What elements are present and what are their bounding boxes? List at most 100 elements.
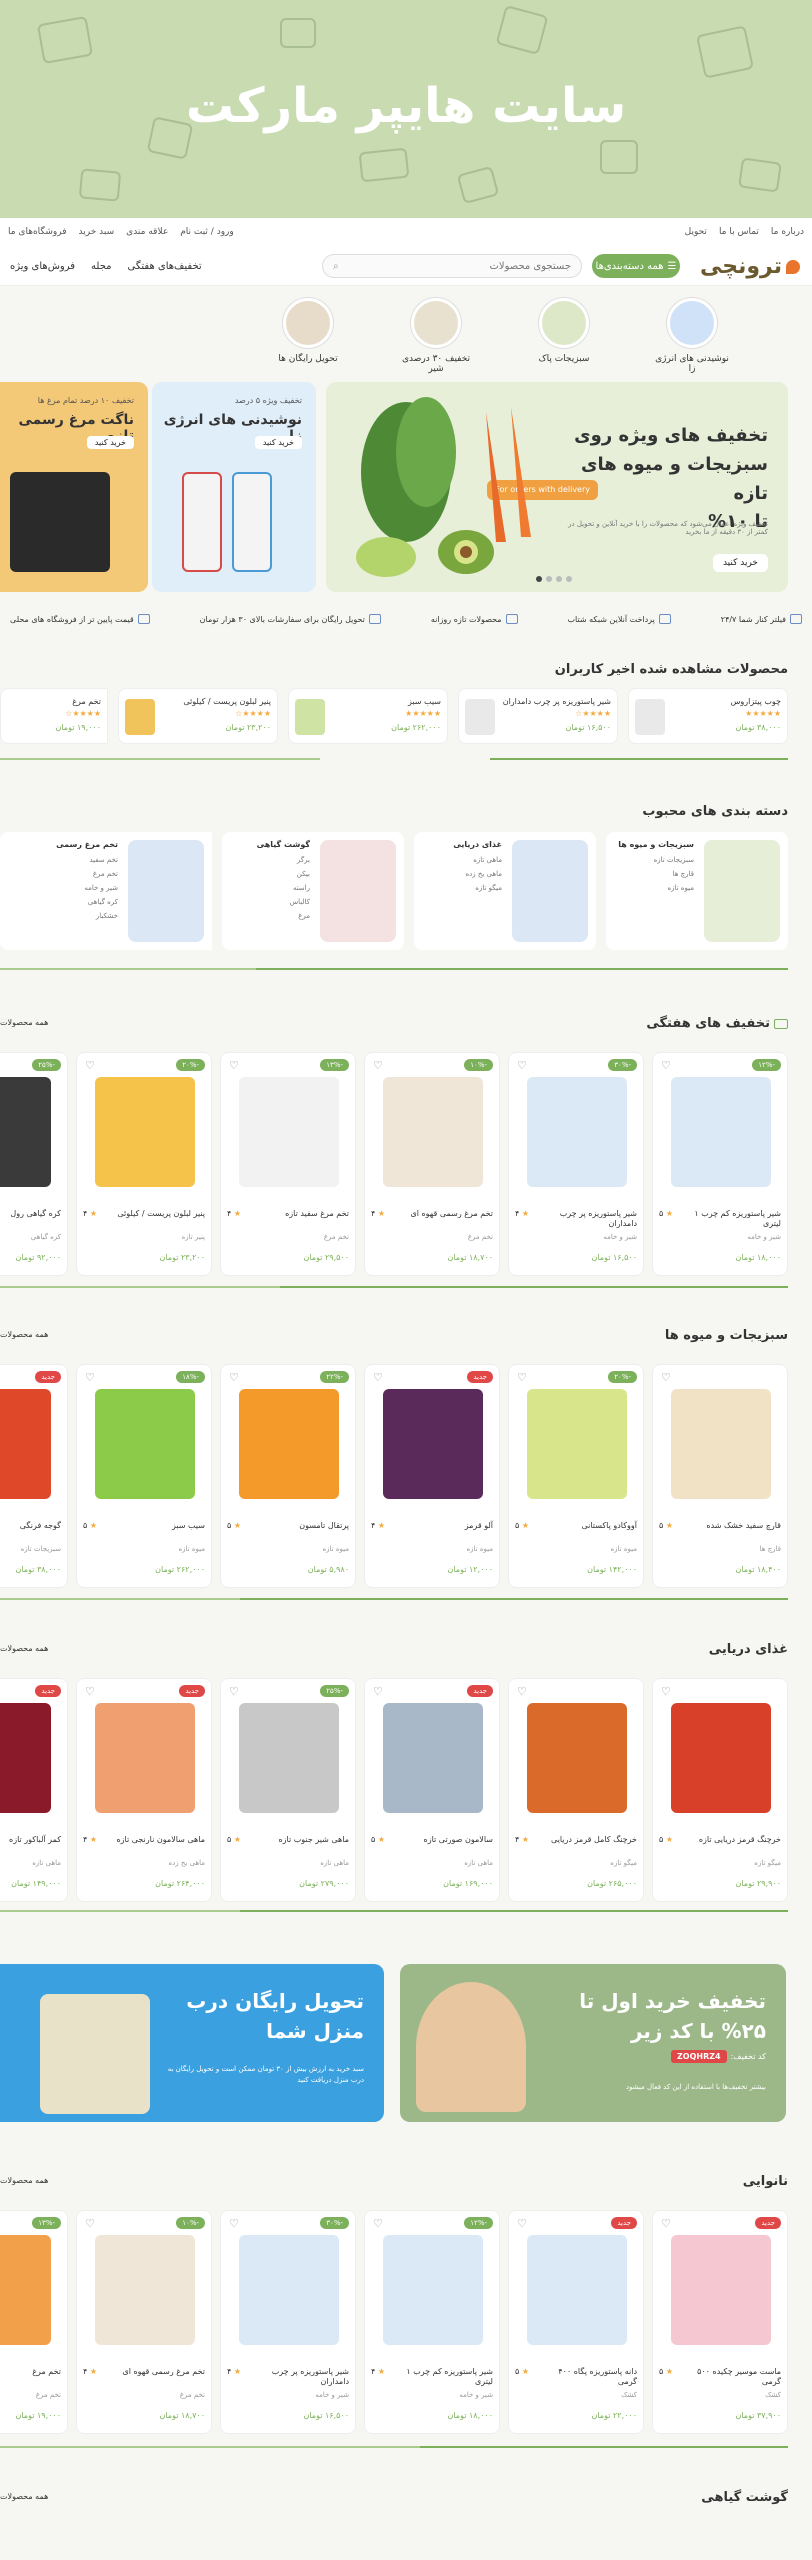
product-card[interactable]: جدید♡گوجه فرنگی★ ۵سبزیجات تازه۳۸,۰۰۰ توم… [0,1364,68,1588]
product-name[interactable]: کمر آلباکور تازه [0,1835,61,1845]
product-name[interactable]: تخم مرغ رسمی قهوه ای [110,2367,205,2377]
product-name[interactable]: تخم مرغ سفید تازه [254,1209,349,1219]
product-card[interactable]: -۲۵%♡کره گیاهی رول★ ۵کره گیاهی۹۲,۰۰۰ توم… [0,1052,68,1276]
product-card[interactable]: -۱۳% ♡ تخم مرغ سفید تازه ★ ۴ تخم مرغ ۲۹,۵۰۰ ت… [220,1052,356,1276]
product-name[interactable]: گوجه فرنگی [0,1521,61,1531]
heart-icon[interactable]: ♡ [517,1059,527,1072]
site-logo[interactable]: ترونچی [700,254,800,279]
topbar-link-about[interactable]: درباره ما [771,227,804,237]
nugget-banner[interactable]: تخفیف ۱۰ درصد تمام مرغ ها ناگت مرغ رسمی … [0,382,148,592]
product-card[interactable]: جدید ♡ دانه پاستوریزه پگاه ۴۰۰ گرمی ★ ۵ کشک ۲… [508,2210,644,2434]
product-name[interactable]: آلو قرمز [398,1521,493,1531]
recent-item[interactable]: چوب پیتزاروس ★★★★★ ۳۸,۰۰۰ تومان [628,688,788,744]
recent-item[interactable]: پنیر لبلون پریست / کیلوئی ★★★★☆ ۲۳,۲۰۰ توم… [118,688,278,744]
heart-icon[interactable]: ♡ [229,2217,239,2230]
product-card[interactable]: -۱۲% ♡ شیر پاستوریزه کم چرب ۱ لیتری ★ ۴ شیر … [364,2210,500,2434]
product-name[interactable]: قارچ سفید خشک شده [686,1521,781,1531]
product-card[interactable]: -۱۳%♡تخم مرغ★ ۴تخم مرغ۱۹,۰۰۰ تومان [0,2210,68,2434]
bakery-all-link[interactable]: همه محصولات [0,2176,48,2185]
heart-icon[interactable]: ♡ [661,1059,671,1072]
veg-meat-all-link[interactable]: همه محصولات [0,2492,48,2501]
heart-icon[interactable]: ♡ [85,1685,95,1698]
product-name[interactable]: آووکادو پاکستانی [542,1521,637,1531]
product-card[interactable]: جدید♡کمر آلباکور تازه★ ۵ماهی تازه۱۴۹,۰۰۰… [0,1678,68,1902]
heart-icon[interactable]: ♡ [517,1685,527,1698]
heart-icon[interactable]: ♡ [373,1371,383,1384]
free-delivery-promo[interactable]: تحویل رایگان درب منزل شما سبد خرید به ار… [0,1964,384,2122]
heart-icon[interactable]: ♡ [85,2217,95,2230]
product-card[interactable]: -۲۵% ♡ ماهی شیر جنوب تازه ★ ۵ ماهی تازه ۲۷۹,۰… [220,1678,356,1902]
popular-card-veg[interactable]: سبزیجات و میوه ها سبزیجات تازه قارچ ها میوه… [606,832,788,950]
product-name[interactable]: شیر پاستوریزه کم چرب ۱ لیتری [686,1209,781,1230]
heart-icon[interactable]: ♡ [229,1685,239,1698]
slider-dots[interactable] [536,576,572,582]
banner-mid-button[interactable]: خرید کنید [254,436,302,449]
heart-icon[interactable]: ♡ [229,1371,239,1384]
banner-shop-button[interactable]: خرید کنید [712,554,768,572]
recent-item[interactable]: سیب سبز ★★★★★ ۲۶۲,۰۰۰ تومان [288,688,448,744]
product-name[interactable]: ماهی سالامون نارنجی تازه [110,1835,205,1845]
product-name[interactable]: پنیر لبلون پریست / کیلوئی [110,1209,205,1219]
banner-small-button[interactable]: خرید کنید [86,436,134,449]
product-name[interactable]: سیب سبز [110,1521,205,1531]
product-card[interactable]: جدید ♡ ماهی سالامون نارنجی تازه ★ ۴ ماهی یخ … [76,1678,212,1902]
energy-drink-banner[interactable]: تخفیف ویژه ۵ درصد نوشیدنی های انرژی زا خ… [152,382,316,592]
topbar-link-delivery[interactable]: تحویل [685,227,707,237]
product-name[interactable]: خرچنگ قرمز دریایی تازه [686,1835,781,1845]
heart-icon[interactable]: ♡ [661,2217,671,2230]
product-name[interactable]: شیر پاستوریزه پر چرب دامداران [254,2367,349,2388]
seafood-all-link[interactable]: همه محصولات [0,1644,48,1653]
product-card[interactable]: جدید ♡ آلو قرمز ★ ۴ میوه تازه ۱۲,۰۰۰ تومان [364,1364,500,1588]
heart-icon[interactable]: ♡ [373,1059,383,1072]
heart-icon[interactable]: ♡ [373,2217,383,2230]
product-card[interactable]: -۱۰% ♡ تخم مرغ رسمی قهوه ای ★ ۴ تخم مرغ ۱۸,۷۰… [76,2210,212,2434]
heart-icon[interactable]: ♡ [85,1371,95,1384]
product-card[interactable]: ♡ خرچنگ کامل قرمز دریایی ★ ۴ میگو تازه ۲۶۵,۰… [508,1678,644,1902]
category-clean-veg[interactable]: سبزیجات پاک [524,298,604,374]
heart-icon[interactable]: ♡ [85,1059,95,1072]
all-categories-button[interactable]: ☰ همه دسته‌بندی‌ها [592,254,680,278]
product-card[interactable]: -۱۸% ♡ سیب سبز ★ ۵ میوه تازه ۲۶۲,۰۰۰ تومان [76,1364,212,1588]
heart-icon[interactable]: ♡ [661,1685,671,1698]
product-card[interactable]: -۱۲% ♡ شیر پاستوریزه کم چرب ۱ لیتری ★ ۵ شیر … [652,1052,788,1276]
product-card[interactable]: ♡ خرچنگ قرمز دریایی تازه ★ ۵ میگو تازه ۲۹,۹۰… [652,1678,788,1902]
product-card[interactable]: -۲۲% ♡ پرتقال تامسون ★ ۵ میوه تازه ۵,۹۸۰ توما… [220,1364,356,1588]
stores-link[interactable]: فروشگاه‌های ما [8,227,67,237]
product-card[interactable]: -۱۰% ♡ تخم مرغ رسمی قهوه ای ★ ۴ تخم مرغ ۱۸,۷۰… [364,1052,500,1276]
heart-icon[interactable]: ♡ [229,1059,239,1072]
product-name[interactable]: تخم مرغ [0,2367,61,2377]
product-name[interactable]: خرچنگ کامل قرمز دریایی [542,1835,637,1845]
category-milk-discount[interactable]: تخفیف ۳۰ درصدی شیر [396,298,476,374]
topbar-link-contact[interactable]: تماس با ما [719,227,759,237]
nav-weekly-discounts[interactable]: تخفیف‌های هفتگی [128,261,202,272]
cart-link[interactable]: سبد خرید [79,227,115,237]
product-name[interactable]: ماست موسیر چکیده ۵۰۰ گرمی [686,2367,781,2388]
product-name[interactable]: پرتقال تامسون [254,1521,349,1531]
product-card[interactable]: -۳۰% ♡ شیر پاستوریزه پر چرب دامداران ★ ۴ شیر… [220,2210,356,2434]
category-free-delivery[interactable]: تحویل رایگان ها [268,298,348,374]
popular-card-seafood[interactable]: غذای دریایی ماهی تازه ماهی یخ زده میگو تازه [414,832,596,950]
login-link[interactable]: ورود / ثبت نام [180,227,234,237]
product-name[interactable]: شیر پاستوریزه کم چرب ۱ لیتری [398,2367,493,2388]
heart-icon[interactable]: ♡ [661,1371,671,1384]
product-card[interactable]: -۳۰% ♡ شیر پاستوریزه پر چرب دامداران ★ ۴ شیر… [508,1052,644,1276]
nav-special-sales[interactable]: فروش‌های ویژه [10,261,75,272]
main-promo-banner[interactable]: تخفیف های ویژه روی سبزیجات و میوه های تا… [326,382,788,592]
weekly-all-link[interactable]: همه محصولات [0,1018,48,1027]
heart-icon[interactable]: ♡ [517,1371,527,1384]
nav-magazine[interactable]: مجله [91,261,111,272]
search-input[interactable] [338,260,571,272]
product-name[interactable]: کره گیاهی رول [0,1209,61,1219]
first-order-promo[interactable]: تخفیف خرید اول تا ۲۵% با کد زیر کد تخفیف… [400,1964,786,2122]
heart-icon[interactable]: ♡ [373,1685,383,1698]
category-energy-drinks[interactable]: نوشیدنی های انرژی زا [652,298,732,374]
recent-item[interactable]: شیر پاستوریزه پر چرب دامداران ★★★★☆ ۱۶,۵۰۰… [458,688,618,744]
product-card[interactable]: -۲۰% ♡ آووکادو پاکستانی ★ ۵ میوه تازه ۱۴۲,۰۰۰… [508,1364,644,1588]
heart-icon[interactable]: ♡ [517,2217,527,2230]
product-name[interactable]: تخم مرغ رسمی قهوه ای [398,1209,493,1219]
product-name[interactable]: سالامون صورتی تازه [398,1835,493,1845]
product-card[interactable]: جدید ♡ سالامون صورتی تازه ★ ۵ ماهی تازه ۱۶۹,۰… [364,1678,500,1902]
product-name[interactable]: ماهی شیر جنوب تازه [254,1835,349,1845]
product-card[interactable]: جدید ♡ ماست موسیر چکیده ۵۰۰ گرمی ★ ۵ کشک ۳۷,۹… [652,2210,788,2434]
wishlist-link[interactable]: علاقه مندی [126,227,168,237]
